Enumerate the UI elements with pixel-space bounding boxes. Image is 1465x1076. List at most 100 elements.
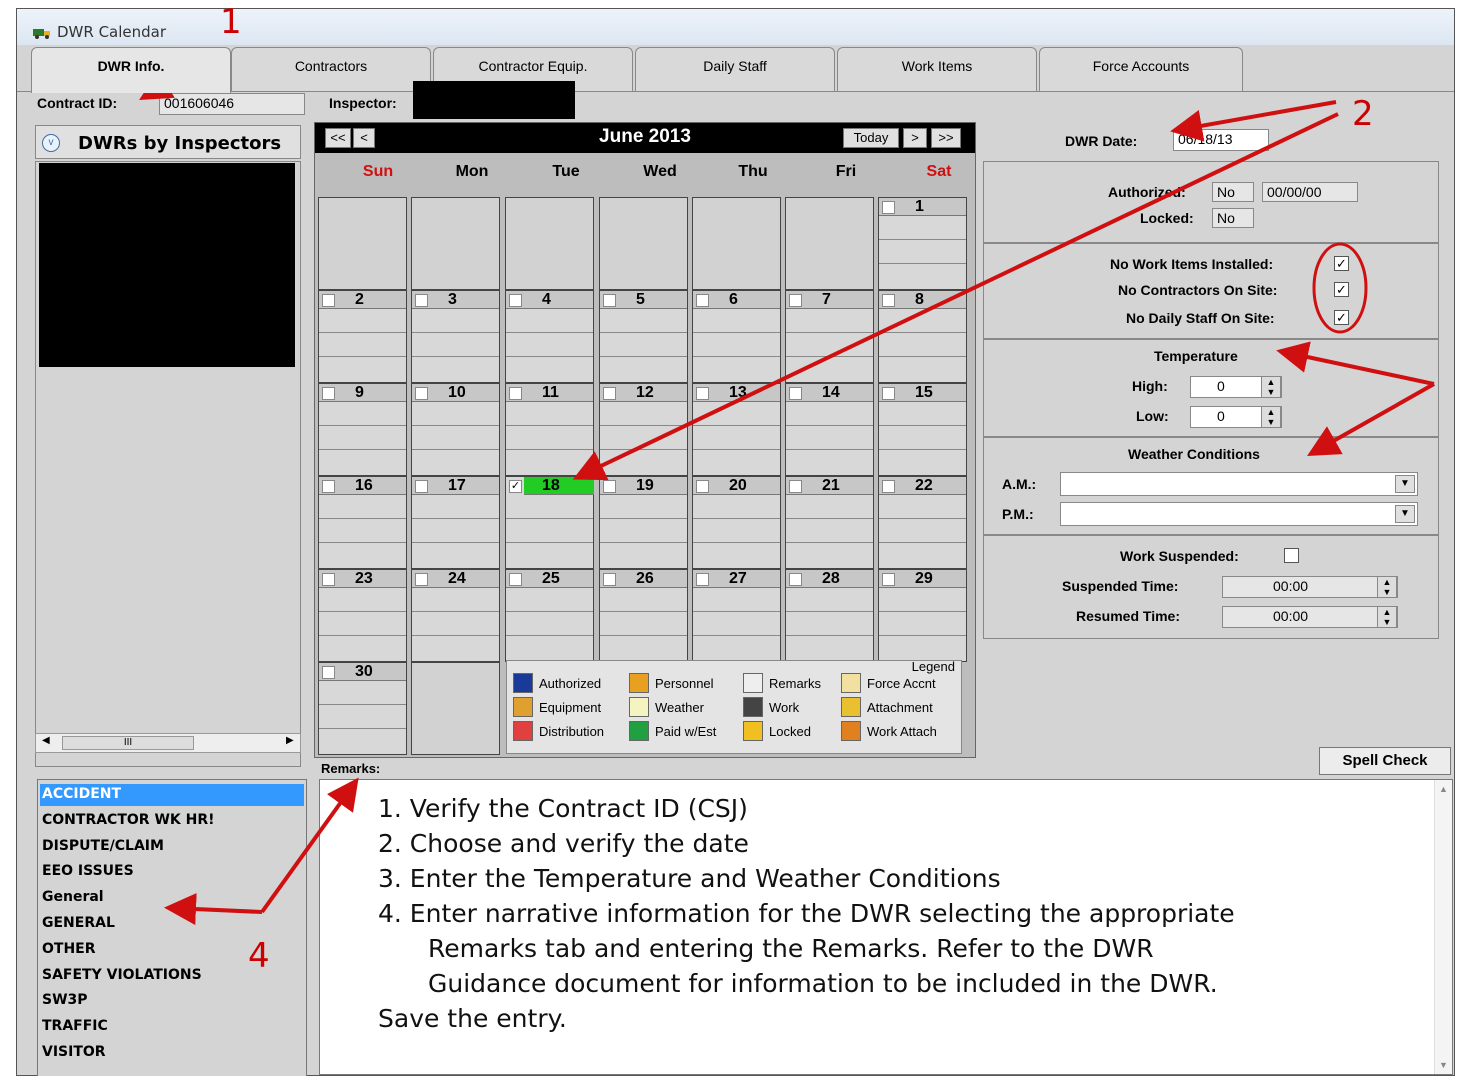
prev-year-button[interactable]: <<: [325, 128, 351, 148]
remarks-scrollbar[interactable]: ▲ ▼: [1434, 780, 1452, 1074]
calendar-day-30[interactable]: 30: [318, 662, 407, 755]
inspectors-panel-header[interactable]: v DWRs by Inspectors: [35, 125, 301, 159]
suspended-time-spinner[interactable]: 00:00 ▲ ▼: [1222, 576, 1398, 598]
day-checkbox[interactable]: [789, 573, 802, 586]
remark-category-item[interactable]: General: [42, 889, 104, 905]
day-checkbox[interactable]: [415, 387, 428, 400]
day-checkbox[interactable]: [882, 387, 895, 400]
day-checkbox[interactable]: [696, 387, 709, 400]
updown-icon[interactable]: ▲ ▼: [1261, 406, 1281, 428]
remark-category-item[interactable]: SW3P: [42, 992, 88, 1008]
remark-category-item[interactable]: EEO ISSUES: [42, 863, 134, 879]
day-checkbox[interactable]: [603, 480, 616, 493]
day-checkbox[interactable]: [696, 573, 709, 586]
scroll-up-icon[interactable]: ▲: [1439, 784, 1448, 794]
day-checkbox[interactable]: [509, 573, 522, 586]
scroll-down-icon[interactable]: ▼: [1439, 1060, 1448, 1070]
remarks-textarea[interactable]: 1. Verify the Contract ID (CSJ) 2. Choose…: [319, 779, 1453, 1075]
calendar-day-20[interactable]: 20: [692, 476, 781, 569]
dwr-date-field[interactable]: 06/18/13: [1173, 129, 1269, 151]
calendar-day-27[interactable]: 27: [692, 569, 781, 662]
calendar-day-10[interactable]: 10: [411, 383, 500, 476]
day-checkbox[interactable]: [415, 294, 428, 307]
calendar-day-25[interactable]: 25: [505, 569, 594, 662]
calendar-day-14[interactable]: 14: [785, 383, 874, 476]
no-staff-checkbox[interactable]: ✓: [1334, 310, 1349, 325]
no-contractors-checkbox[interactable]: ✓: [1334, 282, 1349, 297]
resumed-time-spinner[interactable]: 00:00 ▲ ▼: [1222, 606, 1398, 628]
updown-icon[interactable]: ▲ ▼: [1377, 576, 1397, 598]
tab-dwr-info[interactable]: DWR Info.: [31, 47, 231, 93]
day-checkbox[interactable]: [789, 294, 802, 307]
calendar-day-4[interactable]: 4: [505, 290, 594, 383]
remark-category-item[interactable]: DISPUTE/CLAIM: [42, 838, 164, 854]
day-checkbox[interactable]: [696, 294, 709, 307]
calendar-day-12[interactable]: 12: [599, 383, 688, 476]
low-temp-spinner[interactable]: 0 ▲ ▼: [1190, 406, 1282, 428]
prev-month-button[interactable]: <: [353, 128, 375, 148]
remark-category-item[interactable]: TRAFFIC: [42, 1018, 108, 1034]
chevron-down-icon[interactable]: v: [42, 134, 60, 152]
scroll-thumb[interactable]: III: [62, 736, 194, 750]
contract-id-field[interactable]: 001606046: [159, 93, 305, 115]
tab-contractors[interactable]: Contractors: [231, 47, 431, 91]
calendar-day-22[interactable]: 22: [878, 476, 967, 569]
tab-daily-staff[interactable]: Daily Staff: [635, 47, 835, 91]
high-temp-spinner[interactable]: 0 ▲ ▼: [1190, 376, 1282, 398]
dropdown-arrow-icon[interactable]: ▼: [1395, 505, 1415, 523]
tab-force-accounts[interactable]: Force Accounts: [1039, 47, 1243, 91]
calendar-day-15[interactable]: 15: [878, 383, 967, 476]
calendar-day-11[interactable]: 11: [505, 383, 594, 476]
calendar-day-2[interactable]: 2: [318, 290, 407, 383]
calendar-day-8[interactable]: 8: [878, 290, 967, 383]
day-checkbox[interactable]: [415, 573, 428, 586]
calendar-day-23[interactable]: 23: [318, 569, 407, 662]
calendar-day-16[interactable]: 16: [318, 476, 407, 569]
calendar-day-28[interactable]: 28: [785, 569, 874, 662]
day-checkbox[interactable]: [789, 480, 802, 493]
dropdown-arrow-icon[interactable]: ▼: [1395, 475, 1415, 493]
calendar-day-17[interactable]: 17: [411, 476, 500, 569]
remark-category-item[interactable]: SAFETY VIOLATIONS: [42, 967, 202, 983]
work-suspended-checkbox[interactable]: [1284, 548, 1299, 563]
spell-check-button[interactable]: Spell Check: [1319, 747, 1451, 775]
day-checkbox[interactable]: [322, 573, 335, 586]
remark-category-item[interactable]: GENERAL: [42, 915, 115, 931]
day-checkbox[interactable]: [509, 387, 522, 400]
calendar-day-21[interactable]: 21: [785, 476, 874, 569]
calendar-day-18[interactable]: ✓ 18: [505, 476, 594, 569]
remark-category-item[interactable]: CONTRACTOR WK HR!: [42, 812, 214, 828]
day-checkbox[interactable]: [415, 480, 428, 493]
updown-icon[interactable]: ▲ ▼: [1261, 376, 1281, 398]
day-checkbox[interactable]: [696, 480, 709, 493]
day-checkbox[interactable]: [603, 294, 616, 307]
scroll-left-icon[interactable]: ◀: [42, 735, 50, 746]
tab-work-items[interactable]: Work Items: [837, 47, 1037, 91]
today-button[interactable]: Today: [843, 128, 899, 148]
day-checkbox[interactable]: [789, 387, 802, 400]
calendar-day-24[interactable]: 24: [411, 569, 500, 662]
remark-category-item[interactable]: ACCIDENT: [42, 786, 121, 802]
am-weather-select[interactable]: ▼: [1060, 472, 1418, 496]
calendar-day-1[interactable]: 1: [878, 197, 967, 290]
day-checkbox[interactable]: ✓: [509, 480, 522, 493]
remark-category-item[interactable]: VISITOR: [42, 1044, 106, 1060]
pm-weather-select[interactable]: ▼: [1060, 502, 1418, 526]
calendar-day-7[interactable]: 7: [785, 290, 874, 383]
next-year-button[interactable]: >>: [931, 128, 961, 148]
calendar-day-13[interactable]: 13: [692, 383, 781, 476]
day-checkbox[interactable]: [882, 294, 895, 307]
day-checkbox[interactable]: [603, 573, 616, 586]
calendar-day-9[interactable]: 9: [318, 383, 407, 476]
calendar-day-26[interactable]: 26: [599, 569, 688, 662]
day-checkbox[interactable]: [882, 201, 895, 214]
day-checkbox[interactable]: [882, 480, 895, 493]
day-checkbox[interactable]: [322, 387, 335, 400]
remark-category-item[interactable]: OTHER: [42, 941, 96, 957]
no-work-items-checkbox[interactable]: ✓: [1334, 256, 1349, 271]
inspectors-hscrollbar[interactable]: ◀ III ▶: [35, 733, 301, 753]
day-checkbox[interactable]: [322, 666, 335, 679]
day-checkbox[interactable]: [509, 294, 522, 307]
calendar-day-19[interactable]: 19: [599, 476, 688, 569]
day-checkbox[interactable]: [882, 573, 895, 586]
